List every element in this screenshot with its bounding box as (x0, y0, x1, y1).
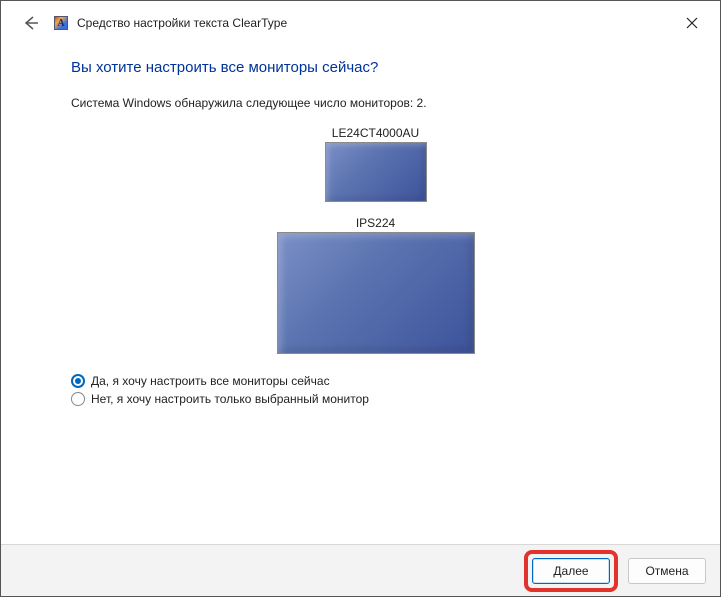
radio-tune-all[interactable]: Да, я хочу настроить все мониторы сейчас (71, 374, 680, 388)
next-button-highlight: Далее (524, 550, 618, 592)
monitor-1-preview[interactable] (325, 142, 427, 202)
monitor-2-block: IPS224 (71, 216, 680, 354)
footer: Далее Отмена (1, 544, 720, 596)
window-title: Средство настройки текста ClearType (77, 16, 287, 30)
content-area: Вы хотите настроить все мониторы сейчас?… (1, 45, 720, 544)
radio-group: Да, я хочу настроить все мониторы сейчас… (71, 374, 680, 406)
back-button[interactable] (19, 11, 43, 35)
radio-tune-selected[interactable]: Нет, я хочу настроить только выбранный м… (71, 392, 680, 406)
monitor-1-label: LE24CT4000AU (71, 126, 680, 140)
radio-label-selected: Нет, я хочу настроить только выбранный м… (91, 392, 369, 406)
radio-indicator-checked (71, 374, 85, 388)
monitor-2-label: IPS224 (71, 216, 680, 230)
cancel-button[interactable]: Отмена (628, 558, 706, 584)
close-icon[interactable] (678, 11, 706, 35)
page-heading: Вы хотите настроить все мониторы сейчас? (71, 59, 680, 76)
monitor-2-preview[interactable] (277, 232, 475, 354)
radio-indicator-unchecked (71, 392, 85, 406)
next-button[interactable]: Далее (532, 558, 610, 584)
radio-label-all: Да, я хочу настроить все мониторы сейчас (91, 374, 330, 388)
page-subtext: Система Windows обнаружила следующее чис… (71, 96, 680, 110)
titlebar: A Средство настройки текста ClearType (1, 1, 720, 45)
cleartype-wizard-window: A Средство настройки текста ClearType Вы… (0, 0, 721, 597)
app-icon: A (53, 15, 69, 31)
monitor-1-block: LE24CT4000AU (71, 126, 680, 202)
